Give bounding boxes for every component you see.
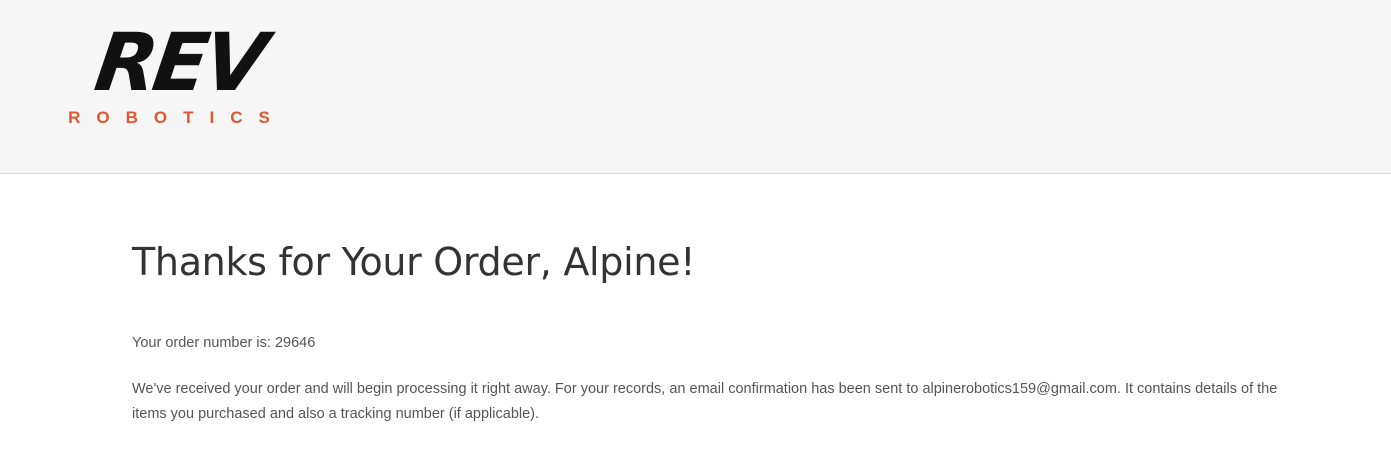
order-number: 29646 (274, 335, 316, 351)
order-number-line: Your order number is: 29646 (132, 335, 315, 351)
page-title: Thanks for Your Order, Alpine! (132, 240, 696, 284)
site-header: REV ROBOTICS (0, 0, 1391, 174)
order-number-label: Your order number is: (132, 335, 271, 351)
logo-subtitle: ROBOTICS (68, 108, 286, 127)
confirmation-message: We've received your order and will begin… (132, 381, 1278, 422)
logo-word: REV (90, 22, 279, 109)
rev-robotics-logo[interactable]: REV ROBOTICS (61, 22, 293, 128)
